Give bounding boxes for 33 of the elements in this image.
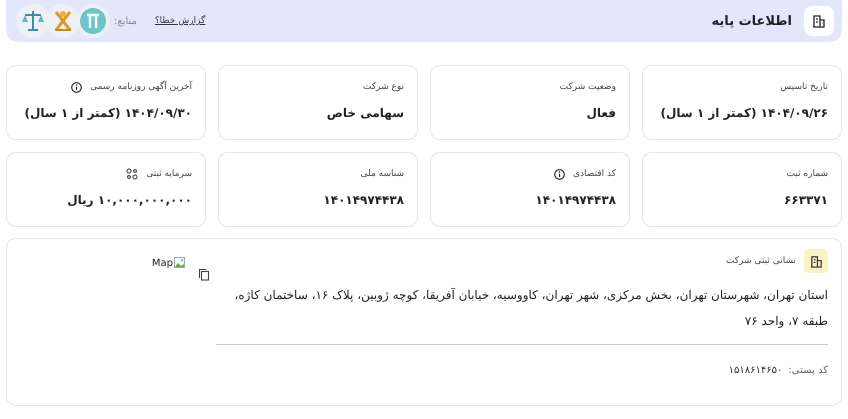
address-text: استان تهران، شهرستان تهران، بخش مرکزی، شهر تهران، کاووسیه، خیابان آفریقا، کوچه ژوبین، پلاک ۱۶، ساختمان کاژه، طبقه ۷، واحد ۷۶ bbox=[216, 282, 828, 345]
field-label: کد اقتصادی bbox=[573, 169, 616, 179]
field-label: شماره ثبت bbox=[786, 169, 828, 179]
field-value: ۱۴۰۱۴۹۷۴۴۳۸ bbox=[322, 193, 404, 207]
field-value: ۱۴۰۴/۰۹/۲۶ (کمتر از ۱ سال) bbox=[659, 106, 828, 120]
field-value: سهامی خاص bbox=[326, 106, 404, 120]
broken-image-icon bbox=[174, 257, 186, 269]
address-title: نشانی ثبتی شرکت bbox=[726, 256, 796, 266]
field-label: سرمایه ثبتی bbox=[146, 169, 192, 179]
building-icon bbox=[804, 249, 828, 273]
field-value: ۱۴۰۴/۰۹/۳۰ (کمتر از ۱ سال) bbox=[23, 106, 192, 120]
report-error-link[interactable]: گزارش خطا؟ bbox=[154, 16, 206, 26]
copy-icon[interactable] bbox=[198, 268, 210, 281]
building-icon bbox=[804, 6, 834, 36]
postal-code-label: کد پستی: bbox=[788, 365, 828, 376]
field-value: فعال bbox=[585, 106, 616, 120]
field-label: وضعیت شرکت bbox=[560, 82, 616, 92]
field-label: شناسه ملی bbox=[360, 169, 404, 179]
postal-code: ۱۵۱۸۶۱۴۶۵۰ bbox=[728, 365, 782, 376]
field-label: تاریخ تاسیس bbox=[780, 82, 828, 92]
field-label: آخرین آگهی روزنامه رسمی bbox=[90, 82, 192, 92]
field-value: ۱۰,۰۰۰,۰۰۰,۰۰۰ ریال bbox=[66, 193, 192, 207]
info-icon[interactable] bbox=[71, 82, 82, 92]
emblem-icon[interactable] bbox=[46, 4, 80, 38]
sources-label: منابع: bbox=[114, 16, 137, 26]
field-label: نوع شرکت bbox=[362, 82, 404, 92]
info-icon[interactable] bbox=[554, 168, 565, 180]
coins-icon bbox=[126, 168, 138, 180]
page-title: اطلاعات پایه bbox=[712, 14, 792, 28]
field-value: ۶۶۳۳۷۱ bbox=[783, 193, 828, 207]
scales-icon[interactable] bbox=[16, 4, 50, 38]
map-alt-text: Map bbox=[152, 258, 173, 268]
field-value: ۱۴۰۱۴۹۷۴۴۳۸ bbox=[534, 193, 616, 207]
